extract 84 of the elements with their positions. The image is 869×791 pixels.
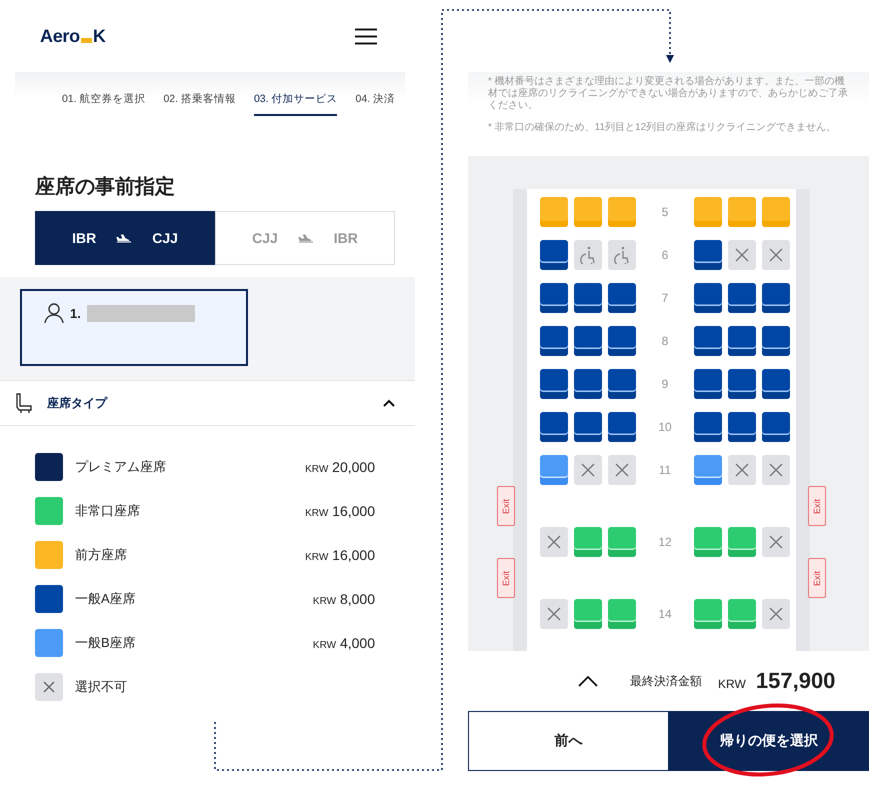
row-number: 5: [660, 205, 670, 219]
seat-type-label: 非常口座席: [75, 502, 141, 520]
exit-sign: Exit: [808, 558, 826, 598]
seat[interactable]: [574, 326, 602, 356]
notice-text: * 非常口の確保のため、11列目と12列目の座席はリクライニングできません。: [488, 122, 838, 134]
cross-icon: [768, 248, 783, 262]
plane-icon: [116, 234, 132, 242]
row-number: 10: [657, 420, 673, 434]
seat[interactable]: [608, 283, 636, 313]
seat-price: KRW 4,000: [312, 635, 375, 651]
seat[interactable]: [540, 369, 568, 399]
back-button[interactable]: 前へ: [468, 711, 668, 771]
seat[interactable]: [694, 326, 722, 356]
row-number: 6: [660, 248, 670, 262]
seat[interactable]: [762, 412, 790, 442]
seat[interactable]: [540, 412, 568, 442]
seat[interactable]: [694, 240, 722, 270]
seat-type-label: プレミアム座席: [75, 458, 167, 476]
total-label: 最終決済金額: [630, 672, 702, 690]
row-number: 12: [657, 535, 673, 549]
notice-text: * 機材番号はさまざまな理由により変更される場合があります。また、一部の機材では座席のリクライニングができない場合がありますので、あらかじめご了承ください。: [488, 76, 849, 112]
row-number: 9: [660, 377, 670, 391]
cross-icon: [768, 535, 783, 549]
row-number: 7: [660, 291, 670, 305]
seat[interactable]: [694, 283, 722, 313]
wheelchair-icon: [614, 246, 630, 264]
caret-icon[interactable]: [383, 399, 395, 407]
route-tab[interactable]: IBR CJJ: [35, 211, 215, 265]
seat-price: KRW 16,000: [305, 503, 375, 519]
passenger-card[interactable]: 1.: [20, 289, 248, 366]
cross-icon: [734, 248, 749, 262]
menu-icon[interactable]: [355, 28, 377, 44]
step-tab[interactable]: 02. 搭乗客情報: [163, 92, 236, 114]
exit-sign: Exit: [808, 486, 826, 526]
step-tab[interactable]: 01. 航空券を選択: [62, 92, 146, 114]
next-button[interactable]: 帰りの便を選択: [668, 711, 869, 771]
seat[interactable]: [728, 369, 756, 399]
wheelchair-icon: [580, 246, 596, 264]
plane-icon: [298, 234, 314, 242]
row-number: 14: [657, 607, 673, 621]
exit-sign: Exit: [497, 486, 515, 526]
cross-icon: [768, 463, 783, 477]
cross-icon: [581, 463, 596, 477]
seat-icon: [15, 393, 33, 413]
seat[interactable]: [540, 326, 568, 356]
seat[interactable]: [540, 283, 568, 313]
section-title: 座席タイプ: [47, 394, 108, 412]
seat[interactable]: [608, 369, 636, 399]
cross-icon: [734, 463, 749, 477]
cross-icon: [768, 607, 783, 621]
seat[interactable]: [540, 240, 568, 270]
step-tab[interactable]: 03. 付加サービス: [254, 92, 338, 116]
user-icon: [44, 303, 64, 323]
caret-icon[interactable]: [578, 675, 598, 687]
step-tab[interactable]: 04. 決済: [355, 92, 395, 114]
seat[interactable]: [762, 326, 790, 356]
seat[interactable]: [728, 283, 756, 313]
row-number: 11: [658, 463, 672, 477]
cross-icon: [547, 535, 562, 549]
seat-type-label: 一般A座席: [75, 590, 137, 608]
seat-type-label: 一般B座席: [75, 634, 137, 652]
seat[interactable]: [608, 326, 636, 356]
seat[interactable]: [574, 412, 602, 442]
page-title: 座席の事前指定: [35, 174, 176, 200]
seat-price: KRW 16,000: [305, 547, 375, 563]
total-amount: KRW 157,900: [718, 668, 836, 694]
seat[interactable]: [762, 283, 790, 313]
seat-type-label: 選択不可: [75, 678, 128, 696]
seat[interactable]: [694, 412, 722, 442]
row-number: 8: [660, 334, 670, 348]
cross-icon: [615, 463, 630, 477]
seat-price: KRW 8,000: [312, 591, 375, 607]
seat[interactable]: [574, 369, 602, 399]
seat-type-label: 前方座席: [75, 546, 128, 564]
logo[interactable]: Aero K: [40, 26, 106, 46]
seat[interactable]: [694, 369, 722, 399]
cross-icon: [547, 607, 562, 621]
seat[interactable]: [762, 369, 790, 399]
seat[interactable]: [728, 326, 756, 356]
exit-sign: Exit: [497, 558, 515, 598]
seat-price: KRW 20,000: [305, 459, 375, 475]
seat[interactable]: [728, 412, 756, 442]
seat[interactable]: [608, 412, 636, 442]
seat[interactable]: [574, 283, 602, 313]
